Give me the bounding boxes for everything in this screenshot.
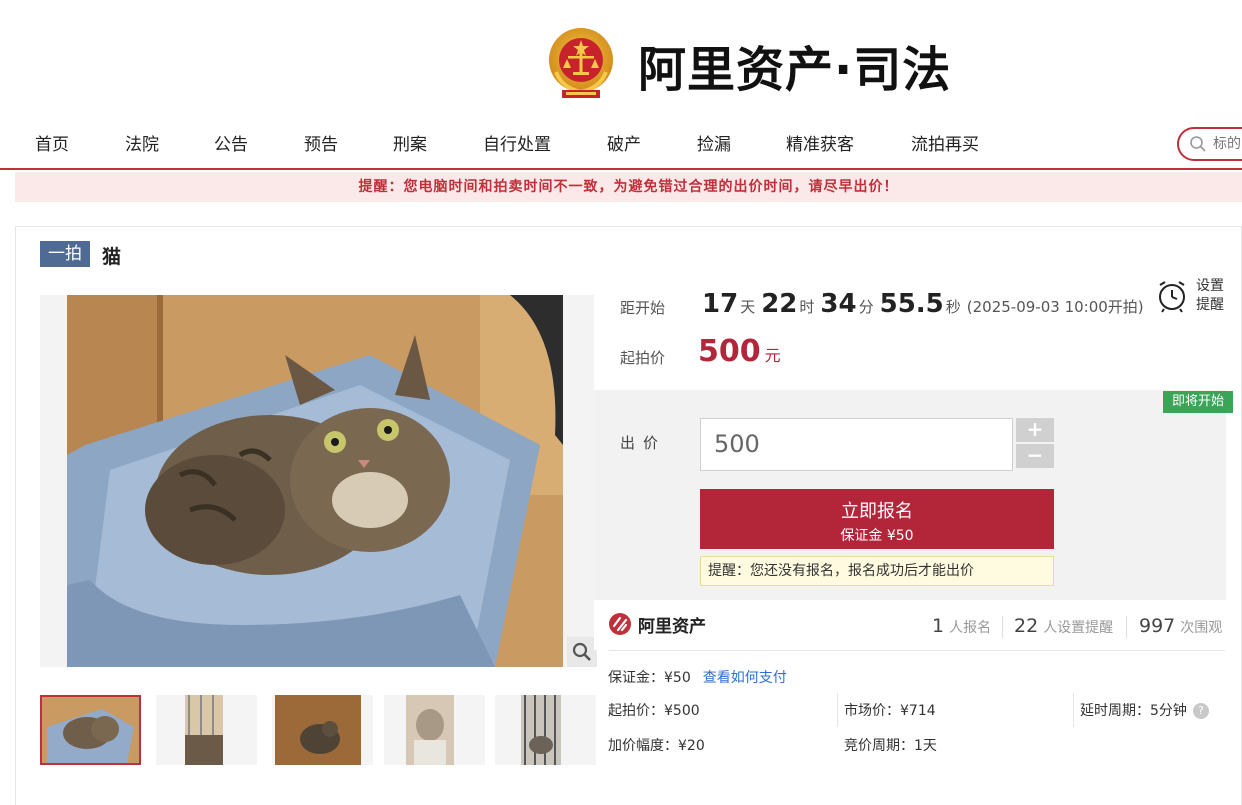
- bid-label: 出价: [620, 434, 667, 452]
- thumbnail-2[interactable]: [156, 695, 257, 765]
- thumbnail-cat-held: [384, 695, 485, 765]
- delay-period-text: 延时周期：5分钟: [1080, 703, 1187, 719]
- countdown-seconds: 55.5: [879, 289, 944, 319]
- column-divider: [837, 693, 838, 727]
- countdown-timer: 17 天 22 时 34 分 55.5 秒 (2025-09-03 10:00开拍): [702, 289, 1144, 319]
- countdown-label: 距开始: [620, 299, 666, 317]
- signup-count: 1 人报名: [932, 615, 991, 637]
- signup-tip: 提醒：您还没有报名，报名成功后才能出价: [700, 556, 1054, 586]
- reminder-label: 设置提醒: [1196, 278, 1224, 313]
- decrease-bid-button[interactable]: −: [1016, 444, 1054, 468]
- nav-item-rebuy[interactable]: 流拍再买: [911, 130, 979, 155]
- auction-panel: 一拍 猫 距开始 17 天 22 时 34 分 55.5 秒 (2025-09-…: [15, 226, 1242, 805]
- days-unit: 天: [740, 298, 756, 316]
- main-photo[interactable]: [40, 295, 594, 667]
- status-badge: 即将开始: [1163, 391, 1233, 413]
- signup-count-label: 人报名: [949, 620, 992, 636]
- bid-period-detail: 竞价周期：1天: [844, 738, 937, 754]
- view-count-value: 997: [1139, 615, 1176, 637]
- signup-count-value: 1: [932, 615, 945, 637]
- reminder-count-label: 人设置提醒: [1043, 620, 1114, 636]
- nav-item-criminal[interactable]: 刑案: [393, 130, 427, 155]
- bid-section: 出价 500 + − 立即报名 保证金 ¥50 提醒：您还没有报名，报名成功后才…: [594, 390, 1226, 600]
- search-input[interactable]: [1213, 134, 1242, 154]
- divider: [609, 650, 1225, 651]
- market-price-detail: 市场价：¥714: [844, 703, 936, 719]
- thumbnail-5[interactable]: [495, 695, 596, 765]
- increase-bid-button[interactable]: +: [1016, 418, 1054, 442]
- search-icon: [1190, 136, 1206, 152]
- nav-item-precise-leads[interactable]: 精准获客: [786, 130, 854, 155]
- reminder-count: 22 人设置提醒: [1014, 615, 1113, 637]
- help-icon[interactable]: ?: [1192, 703, 1209, 719]
- countdown-hours: 22: [761, 289, 798, 319]
- stat-divider: [1002, 616, 1003, 638]
- hours-unit: 时: [799, 298, 815, 316]
- stat-divider: [1126, 616, 1127, 638]
- nav-item-bankruptcy[interactable]: 破产: [607, 130, 641, 155]
- thumbnail-1[interactable]: [40, 695, 141, 765]
- deposit-info: 保证金：¥50 查看如何支付: [608, 667, 787, 687]
- thumbnail-strip: [40, 695, 596, 765]
- signup-now-button[interactable]: 立即报名 保证金 ¥50: [700, 489, 1054, 549]
- cat-photo: [40, 295, 594, 667]
- nav-item-home[interactable]: 首页: [35, 130, 69, 155]
- increment-detail: 加价幅度：¥20: [608, 738, 705, 754]
- nav-item-announcement[interactable]: 公告: [214, 130, 248, 155]
- start-price: 500 元: [698, 334, 781, 369]
- reminder-count-value: 22: [1014, 615, 1039, 637]
- brand-title: 阿里资产·司法: [638, 42, 952, 98]
- ali-assets-logo-icon: [609, 613, 631, 635]
- alarm-clock-icon: [1159, 281, 1185, 313]
- main-nav: 首页 法院 公告 预告 刑案 自行处置 破产 捡漏 精准获客 流拍再买: [0, 120, 1242, 170]
- time-mismatch-notice: 提醒：您电脑时间和拍卖时间不一致，为避免错过合理的出价时间，请尽早出价！: [15, 172, 1242, 202]
- thumbnail-cat-cabinet: [272, 695, 373, 765]
- countdown-section: 距开始 17 天 22 时 34 分 55.5 秒 (2025-09-03 10:00开拍) 起…: [594, 272, 1226, 390]
- view-count-label: 次围观: [1180, 620, 1223, 636]
- thumbnail-cat-cage: [495, 695, 596, 765]
- nav-item-bargain[interactable]: 捡漏: [697, 130, 731, 155]
- signup-deposit-label: 保证金 ¥50: [840, 528, 914, 544]
- minutes-unit: 分: [858, 298, 874, 316]
- nav-item-preview[interactable]: 预告: [304, 130, 338, 155]
- start-price-value: 500: [698, 334, 761, 369]
- zoom-button[interactable]: [567, 637, 597, 667]
- nav-item-self-disposal[interactable]: 自行处置: [483, 130, 551, 155]
- thumbnail-cat-litter: [42, 697, 139, 763]
- open-time: (2025-09-03 10:00开拍): [966, 298, 1144, 316]
- how-to-pay-link[interactable]: 查看如何支付: [703, 670, 787, 686]
- lot-title: 猫: [102, 246, 122, 268]
- view-count: 997 次围观: [1139, 615, 1222, 637]
- countdown-days: 17: [702, 289, 739, 319]
- seconds-unit: 秒: [945, 298, 961, 316]
- thumbnail-cage: [156, 695, 257, 765]
- start-price-label: 起拍价: [620, 349, 666, 367]
- deposit-text: 保证金：¥50: [608, 670, 691, 686]
- court-emblem-icon: [549, 28, 613, 98]
- thumbnail-3[interactable]: [272, 695, 373, 765]
- stats-bar: 阿里资产 1 人报名 22 人设置提醒 997 次围观: [594, 600, 1226, 650]
- set-reminder-button[interactable]: 设置提醒: [1156, 277, 1241, 321]
- site-header: 阿里资产·司法: [0, 0, 1242, 120]
- signup-button-label: 立即报名: [841, 501, 913, 522]
- auction-round-tag: 一拍: [40, 241, 90, 267]
- magnifier-icon: [572, 642, 591, 661]
- search-box[interactable]: [1177, 127, 1242, 161]
- platform-name: 阿里资产: [638, 617, 706, 637]
- column-divider: [1073, 693, 1074, 727]
- thumbnail-4[interactable]: [384, 695, 485, 765]
- start-price-detail: 起拍价：¥500: [608, 703, 700, 719]
- nav-item-court[interactable]: 法院: [125, 130, 159, 155]
- delay-period-detail: 延时周期：5分钟?: [1080, 700, 1209, 720]
- start-price-unit: 元: [764, 346, 781, 365]
- countdown-minutes: 34: [820, 289, 857, 319]
- bid-amount-input[interactable]: 500: [700, 418, 1013, 471]
